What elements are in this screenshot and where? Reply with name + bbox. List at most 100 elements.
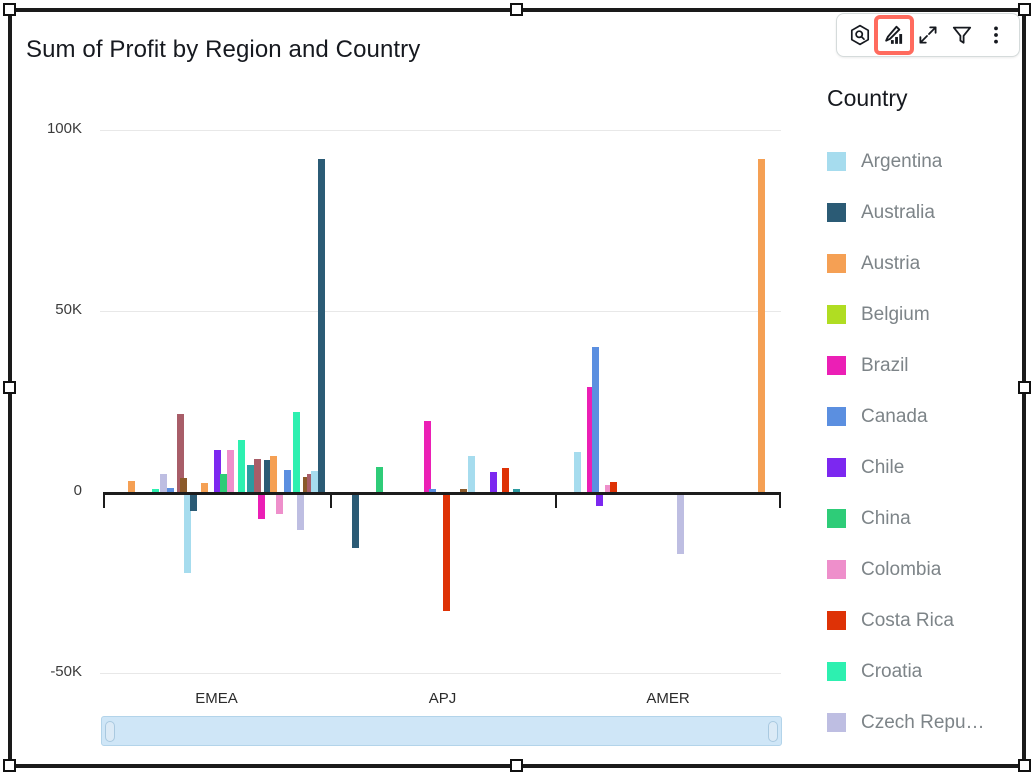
chart-bar[interactable] [605,485,612,492]
legend-item[interactable]: Costa Rica [827,595,1027,646]
legend-item-label: China [861,508,911,530]
chart-bar[interactable] [460,489,467,492]
chart-bar[interactable] [276,492,283,514]
legend-item-label: Costa Rica [861,610,954,632]
legend-item[interactable]: Chile [827,442,1027,493]
x-axis-tick [330,495,332,508]
expand-icon[interactable] [911,18,945,52]
chart-bar[interactable] [424,421,431,492]
scrollbar-handle-right[interactable] [768,721,778,742]
chart-bar[interactable] [152,489,159,492]
resize-handle-middle-left[interactable] [3,381,16,394]
x-axis-group-label: APJ [330,690,555,707]
legend-item-label: Czech Repu… [861,712,985,734]
chart-bar[interactable] [258,492,265,519]
chart-bar[interactable] [293,412,300,492]
zero-axis-line [103,492,781,495]
chart-bar[interactable] [587,387,594,492]
resize-handle-bottom-center[interactable] [510,759,523,772]
y-axis-tick-label: 50K [22,301,82,318]
y-axis-tick-label: 0 [22,482,82,499]
legend-item-label: Brazil [861,355,909,377]
chart-bar[interactable] [227,450,234,492]
chart-bar[interactable] [574,452,581,492]
chart-bar[interactable] [264,460,271,492]
chart-bar[interactable] [190,492,197,511]
chart-bar[interactable] [311,471,318,492]
chart-bar[interactable] [297,492,304,530]
chart-bar[interactable] [136,492,143,495]
legend-item[interactable]: Canada [827,391,1027,442]
resize-handle-top-right[interactable] [1018,3,1031,16]
chart-bar[interactable] [758,159,765,492]
legend-color-swatch [827,152,846,171]
chart-bar[interactable] [270,456,277,492]
legend-item-label: Austria [861,253,920,275]
chart-bar[interactable] [352,492,359,548]
resize-handle-top-center[interactable] [510,3,523,16]
chart-bar[interactable] [307,474,314,492]
legend-color-swatch [827,356,846,375]
chart-bar[interactable] [160,474,167,492]
edit-chart-icon[interactable] [877,18,911,52]
legend-item[interactable]: Croatia [827,646,1027,697]
chart-bar[interactable] [284,470,291,492]
chart-bar[interactable] [177,414,184,492]
scrollbar-handle-left[interactable] [105,721,115,742]
chart-bar[interactable] [490,472,497,492]
insights-icon[interactable] [843,18,877,52]
chart-bar[interactable] [592,347,599,492]
resize-handle-middle-right[interactable] [1018,381,1031,394]
legend-color-swatch [827,458,846,477]
chart-bar[interactable] [247,465,254,492]
chart-bar[interactable] [238,440,245,492]
legend-item[interactable]: Belgium [827,289,1027,340]
chart-bar[interactable] [677,492,684,554]
chart-bar[interactable] [468,456,475,492]
legend-item[interactable]: China [827,493,1027,544]
chart-bar[interactable] [214,450,221,492]
chart-bar[interactable] [513,489,520,492]
chart-legend: Country ArgentinaAustraliaAustriaBelgium… [827,85,1027,748]
legend-item-label: Chile [861,457,904,479]
legend-item-label: Colombia [861,559,941,581]
legend-item[interactable]: Argentina [827,136,1027,187]
legend-color-swatch [827,305,846,324]
gridline [100,130,781,131]
legend-items: Argentina Australia Austria Belgium Brazil Ca… [827,136,1027,748]
x-axis-group-label: EMEA [103,690,330,707]
chart-bar[interactable] [318,159,325,492]
chart-bar[interactable] [254,459,261,492]
y-axis-tick-label: -50K [22,663,82,680]
legend-color-swatch [827,509,846,528]
x-axis-tick [103,495,105,508]
legend-color-swatch [827,254,846,273]
chart-bar[interactable] [443,492,450,611]
chart-bar[interactable] [220,474,227,492]
resize-handle-top-left[interactable] [3,3,16,16]
horizontal-scrollbar[interactable] [101,716,782,746]
chart-bar[interactable] [128,481,135,492]
legend-item[interactable]: Austria [827,238,1027,289]
more-options-icon[interactable] [979,18,1013,52]
resize-handle-bottom-left[interactable] [3,759,16,772]
legend-item[interactable]: Brazil [827,340,1027,391]
legend-color-swatch [827,611,846,630]
legend-item-label: Australia [861,202,935,224]
legend-item[interactable]: Australia [827,187,1027,238]
chart-bar[interactable] [429,489,436,492]
chart-bar[interactable] [596,492,603,506]
resize-handle-bottom-right[interactable] [1018,759,1031,772]
chart-bar[interactable] [502,468,509,492]
legend-item[interactable]: Czech Repu… [827,697,1027,748]
chart-bar[interactable] [167,488,174,492]
chart-bar[interactable] [184,492,191,573]
legend-item[interactable]: Colombia [827,544,1027,595]
chart-bar[interactable] [303,477,310,492]
chart-bar[interactable] [180,478,187,492]
filter-icon[interactable] [945,18,979,52]
x-axis-group-label: AMER [555,690,781,707]
chart-bar[interactable] [376,467,383,492]
chart-bar[interactable] [610,482,617,492]
chart-bar[interactable] [201,483,208,492]
